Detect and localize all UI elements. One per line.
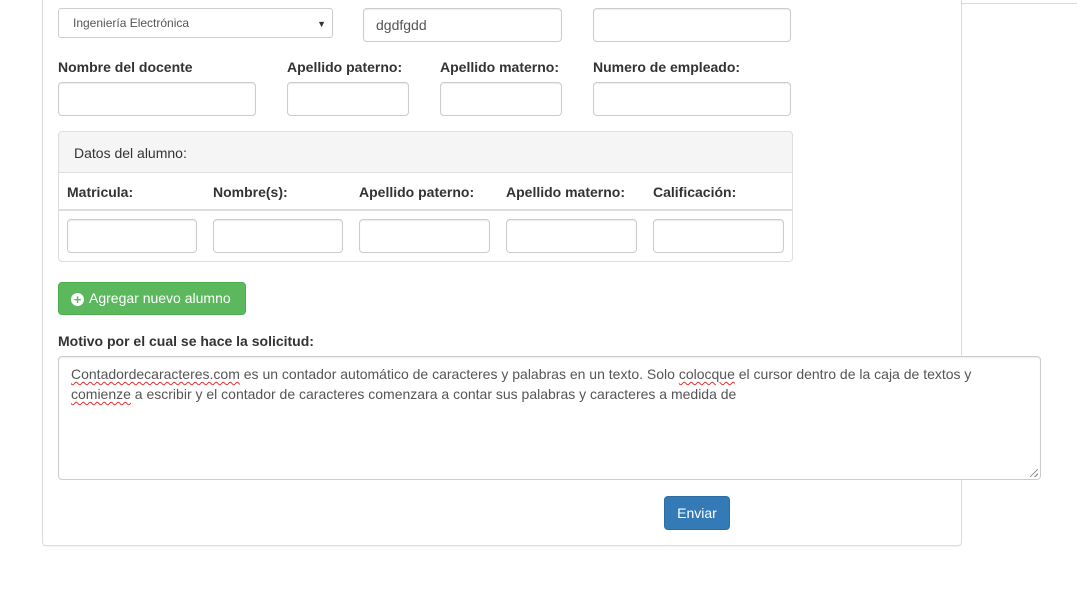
top-field-3[interactable] [593, 8, 791, 42]
plus-circle-icon: + [71, 293, 84, 306]
top-border-line [962, 3, 1077, 4]
caret-down-icon: ▼ [317, 19, 326, 29]
add-student-label: Agregar nuevo alumno [89, 290, 231, 306]
col-matricula: Matricula: [67, 184, 134, 200]
col-apellido-paterno: Apellido paterno: [359, 184, 475, 200]
teacher-paternal-label: Apellido paterno: [287, 59, 403, 75]
col-apellido-materno: Apellido materno: [506, 184, 626, 200]
employee-number-input[interactable] [593, 82, 791, 116]
add-student-button[interactable]: + Agregar nuevo alumno [58, 282, 246, 315]
misspelled-word: comienze [71, 386, 131, 402]
career-select-value: Ingeniería Electrónica [73, 16, 190, 30]
student-panel-title: Datos del alumno: [74, 145, 187, 161]
teacher-paternal-input[interactable] [287, 82, 409, 116]
employee-number-label: Numero de empleado: [593, 59, 741, 75]
top-field-2[interactable]: dgdfgdd [363, 8, 562, 42]
col-calificacion: Calificación: [653, 184, 737, 200]
top-field-2-value: dgdfgdd [376, 17, 427, 33]
calificacion-input[interactable] [653, 219, 784, 253]
resize-grip-icon[interactable] [1030, 469, 1038, 477]
reason-text-part: es un contador automático de caracteres … [239, 366, 679, 382]
matricula-input[interactable] [67, 219, 197, 253]
reason-textarea[interactable]: Contadordecaracteres.com es un contador … [58, 356, 1041, 480]
student-panel-heading: Datos del alumno: [59, 132, 792, 173]
submit-button[interactable]: Enviar [664, 496, 730, 530]
col-nombres: Nombre(s): [213, 184, 288, 200]
misspelled-word: Contadordecaracteres.com [71, 366, 240, 382]
teacher-maternal-label: Apellido materno: [440, 59, 560, 75]
teacher-maternal-input[interactable] [440, 82, 562, 116]
teacher-name-label: Nombre del docente [58, 59, 193, 75]
apellido-materno-input[interactable] [506, 219, 637, 253]
career-select[interactable]: Ingeniería Electrónica ▼ [58, 8, 333, 38]
student-data-panel: Datos del alumno: Matricula: Nombre(s): … [58, 131, 793, 262]
reason-label: Motivo por el cual se hace la solicitud: [58, 333, 314, 349]
reason-text-part: a escribir y el contador de caracteres c… [130, 386, 737, 402]
apellido-paterno-input[interactable] [359, 219, 490, 253]
nombres-input[interactable] [213, 219, 343, 253]
teacher-name-input[interactable] [58, 82, 256, 116]
misspelled-word: colocque [678, 366, 735, 382]
reason-text-part: el cursor dentro de la caja de textos y [734, 366, 972, 382]
table-header-divider [59, 209, 792, 211]
